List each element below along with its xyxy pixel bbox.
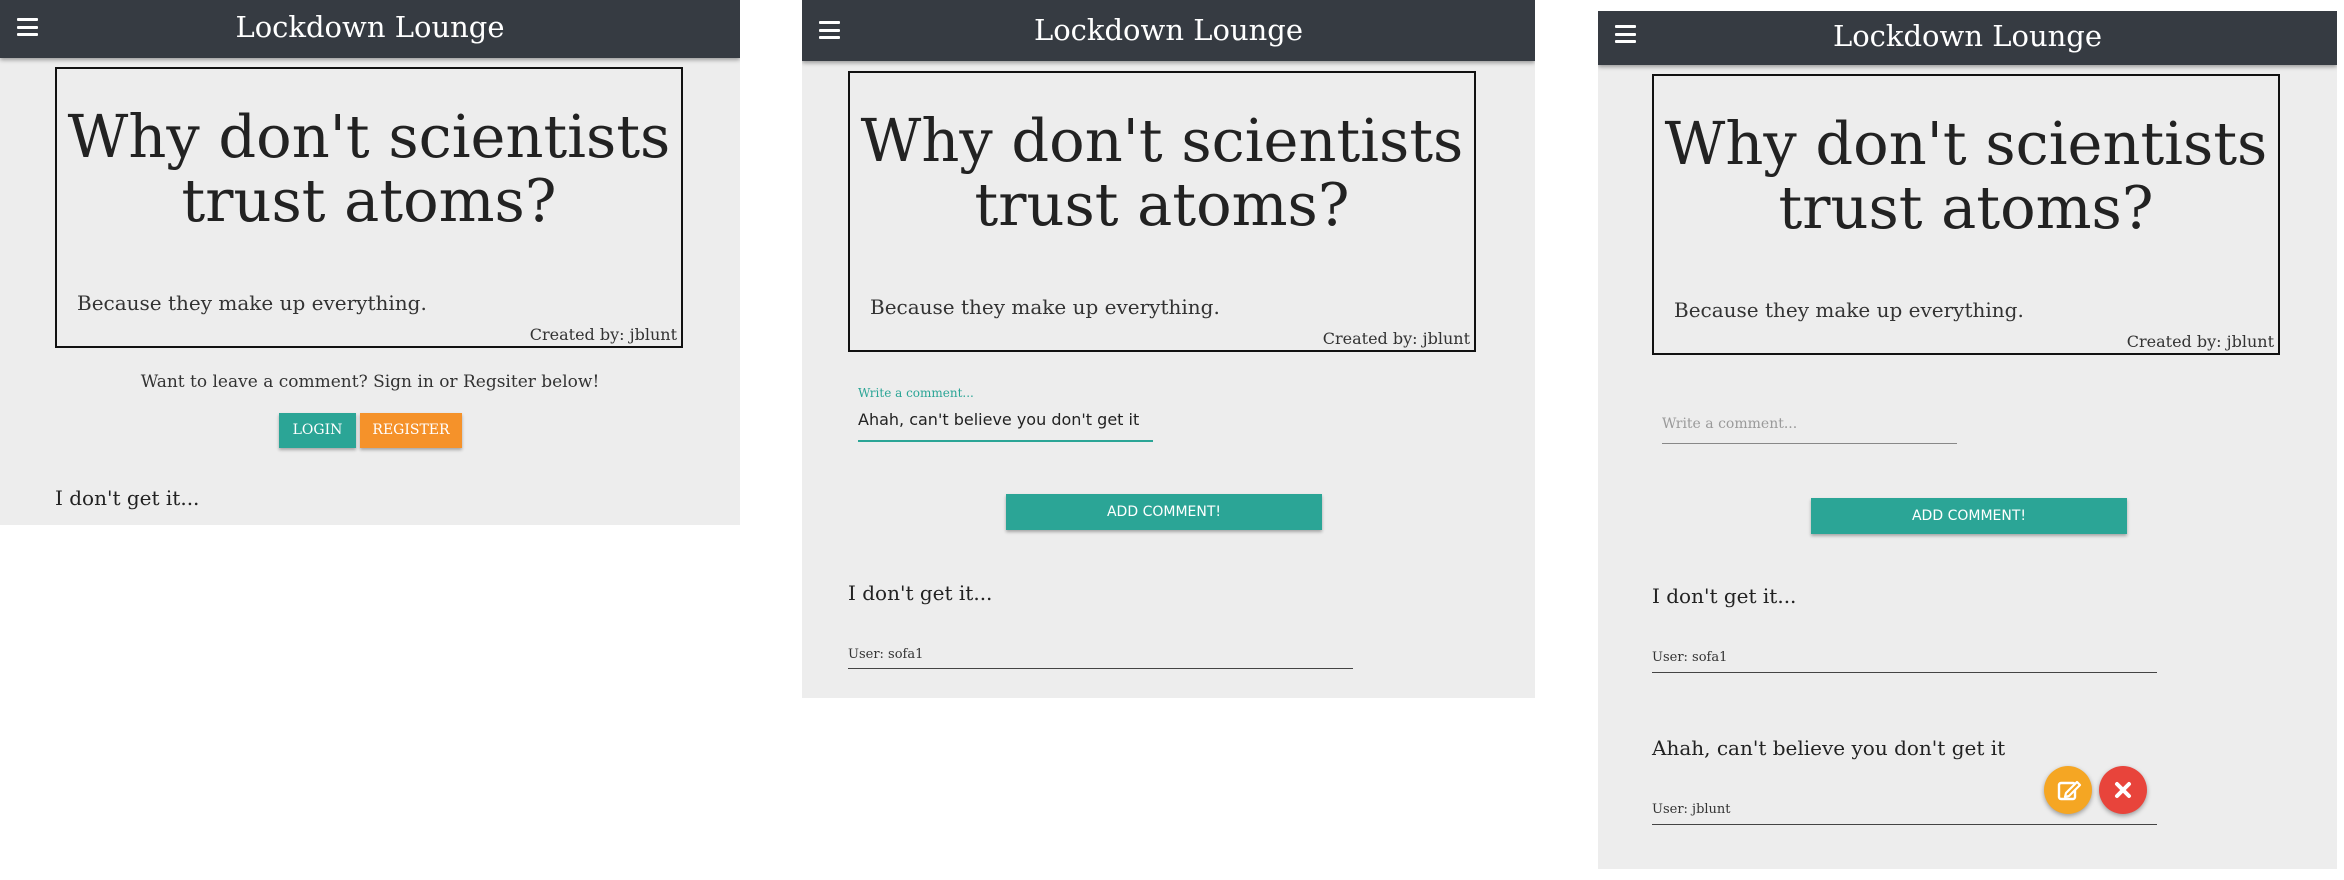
app-title: Lockdown Lounge	[1832, 19, 2103, 53]
navbar: Lockdown Lounge	[0, 0, 740, 58]
app-title: Lockdown Lounge	[1033, 13, 1304, 47]
joke-title-line1: Why don't scientists	[67, 102, 671, 171]
comment-input-underline	[858, 440, 1153, 442]
panel-writing-comment: Lockdown Lounge Why don't scientists tru…	[802, 0, 1535, 698]
comment-user: User: sofa1	[1652, 650, 1728, 665]
joke-title-line2: trust atoms?	[974, 170, 1350, 239]
edit-icon	[2057, 780, 2082, 801]
comment-text: I don't get it...	[848, 581, 993, 605]
close-icon	[2115, 782, 2131, 798]
comment-input-underline	[1662, 443, 1957, 444]
joke-card: Why don't scientists trust atoms? Becaus…	[55, 67, 683, 348]
login-button[interactable]: LOGIN	[279, 413, 356, 448]
joke-punchline: Because they make up everything.	[870, 295, 1220, 319]
joke-title: Why don't scientists trust atoms?	[57, 105, 681, 233]
add-comment-button[interactable]: ADD COMMENT!	[1006, 494, 1322, 530]
comment-text: I don't get it...	[55, 486, 200, 510]
panel-comments-posted: Lockdown Lounge Why don't scientists tru…	[1598, 11, 2337, 869]
joke-card: Why don't scientists trust atoms? Becaus…	[1652, 74, 2280, 355]
joke-punchline: Because they make up everything.	[77, 291, 427, 315]
joke-title-line1: Why don't scientists	[860, 106, 1464, 175]
joke-author: Created by: jblunt	[2126, 332, 2274, 351]
add-comment-button[interactable]: ADD COMMENT!	[1811, 498, 2127, 534]
navbar: Lockdown Lounge	[802, 0, 1535, 61]
comment-text: I don't get it...	[1652, 584, 1797, 608]
navbar: Lockdown Lounge	[1598, 11, 2337, 65]
register-button[interactable]: REGISTER	[360, 413, 462, 448]
comment-input[interactable]: Write a comment...	[1662, 416, 1797, 432]
joke-author: Created by: jblunt	[1322, 329, 1470, 348]
comment-user: User: sofa1	[848, 647, 924, 662]
joke-title-line2: trust atoms?	[1778, 173, 2154, 242]
joke-title-line1: Why don't scientists	[1664, 109, 2268, 178]
comment-input[interactable]: Ahah, can't believe you don't get it	[858, 410, 1139, 429]
comment-divider	[1652, 672, 2157, 673]
joke-title-line2: trust atoms?	[181, 166, 557, 235]
joke-title: Why don't scientists trust atoms?	[850, 109, 1474, 237]
comment-divider	[1652, 824, 2157, 825]
comment-text: Ahah, can't believe you don't get it	[1652, 736, 2006, 760]
edit-comment-button[interactable]	[2044, 766, 2092, 814]
joke-author: Created by: jblunt	[529, 325, 677, 344]
app-title: Lockdown Lounge	[235, 10, 505, 44]
comment-divider	[848, 668, 1353, 669]
joke-card: Why don't scientists trust atoms? Becaus…	[848, 71, 1476, 352]
panel-logged-out: Lockdown Lounge Why don't scientists tru…	[0, 0, 740, 525]
comment-user: User: jblunt	[1652, 802, 1731, 817]
joke-title: Why don't scientists trust atoms?	[1654, 112, 2278, 240]
comment-input-label: Write a comment...	[858, 386, 974, 400]
joke-punchline: Because they make up everything.	[1674, 298, 2024, 322]
delete-comment-button[interactable]	[2099, 766, 2147, 814]
signin-prompt: Want to leave a comment? Sign in or Regs…	[140, 372, 600, 392]
